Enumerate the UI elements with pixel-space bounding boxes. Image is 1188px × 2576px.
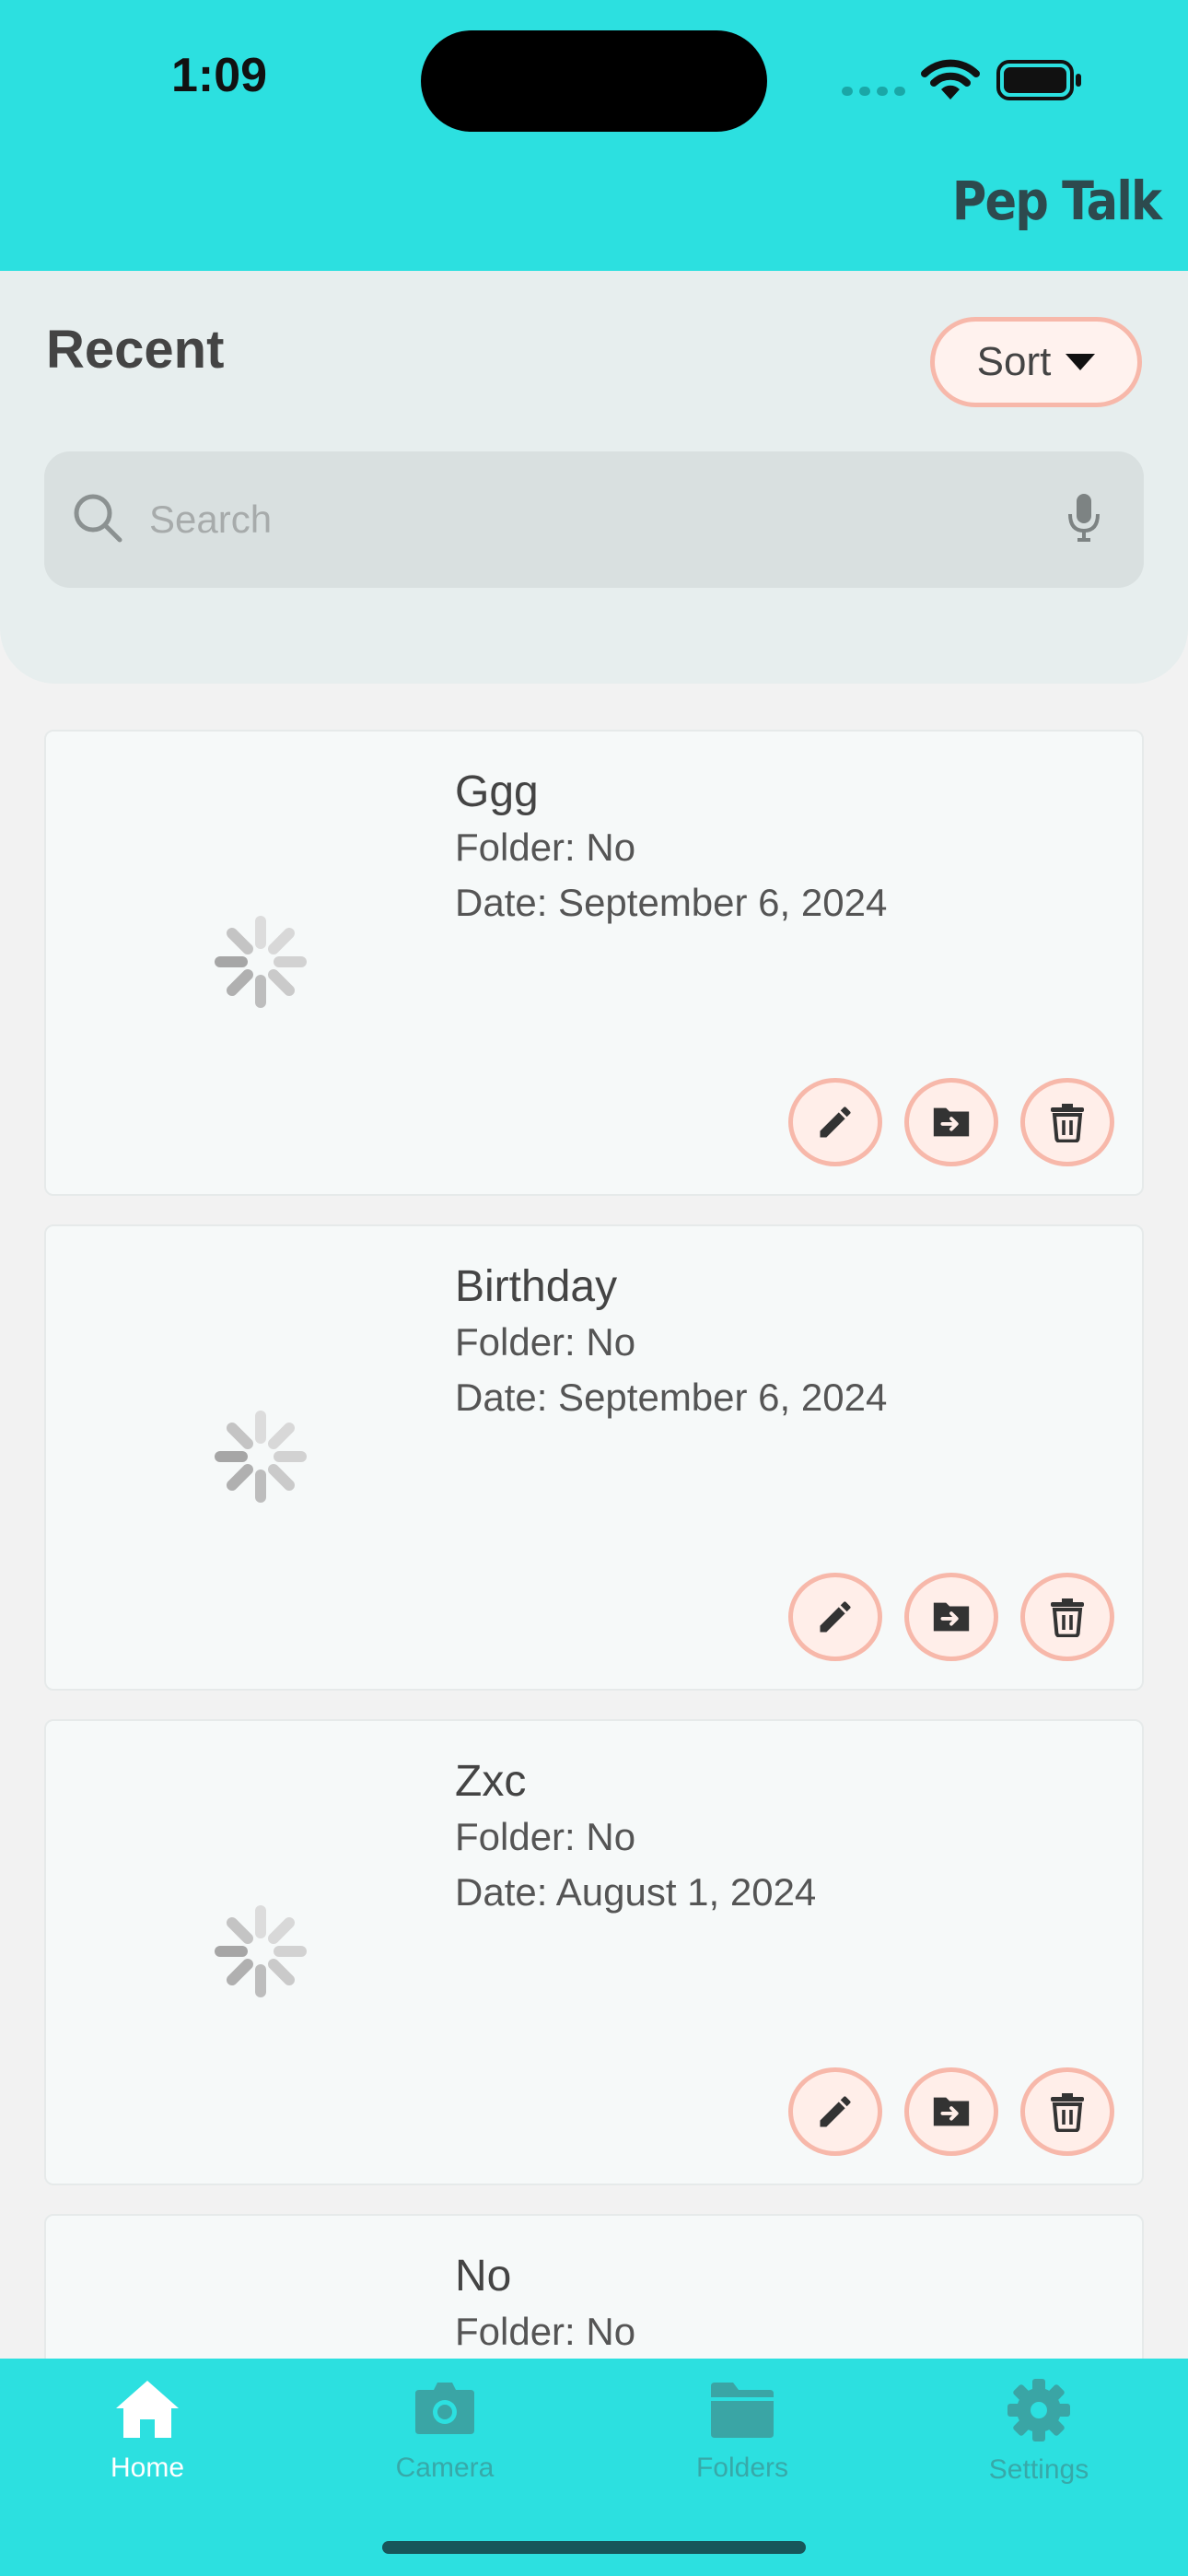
card-folder: Folder: No (455, 1815, 636, 1858)
recording-card[interactable]: Zxc Folder: No Date: August 1, 2024 (44, 1719, 1144, 2185)
trash-icon (1051, 1104, 1084, 1142)
pencil-icon (820, 2096, 851, 2127)
delete-button[interactable] (1020, 1573, 1114, 1661)
folder-move-icon (933, 2097, 970, 2126)
folder-move-icon (933, 1602, 970, 1632)
battery-icon (996, 60, 1081, 100)
loading-spinner-icon (215, 1411, 307, 1503)
card-title: Ggg (455, 767, 539, 816)
card-date: Date: August 1, 2024 (455, 1870, 817, 1914)
edit-button[interactable] (788, 2067, 882, 2156)
loading-spinner-icon (215, 916, 307, 1008)
search-input[interactable] (149, 494, 978, 545)
search-icon (74, 494, 122, 543)
home-icon (116, 2381, 179, 2438)
loading-spinner-icon (215, 1905, 307, 1997)
edit-button[interactable] (788, 1573, 882, 1661)
tab-camera-label: Camera (395, 2453, 495, 2483)
card-title: Zxc (455, 1757, 527, 1806)
card-folder: Folder: No (455, 2310, 636, 2353)
folder-icon (711, 2383, 774, 2438)
card-folder: Folder: No (455, 1320, 636, 1364)
sort-label: Sort (976, 339, 1052, 384)
page-title: Recent (46, 320, 225, 380)
trash-icon (1051, 2093, 1084, 2132)
recording-card[interactable]: Birthday Folder: No Date: September 6, 2… (44, 1224, 1144, 1691)
card-title: No (455, 2252, 512, 2301)
tab-folders[interactable]: Folders (632, 2377, 853, 2515)
wifi-icon (921, 59, 980, 100)
card-date: Date: September 6, 2024 (455, 881, 888, 924)
tab-folders-label: Folders (695, 2453, 789, 2483)
tab-camera[interactable]: Camera (334, 2377, 555, 2515)
move-to-folder-button[interactable] (904, 1078, 998, 1166)
microphone-icon[interactable] (1066, 492, 1101, 544)
card-folder: Folder: No (455, 825, 636, 869)
tab-settings-label: Settings (988, 2454, 1089, 2485)
delete-button[interactable] (1020, 2067, 1114, 2156)
card-date: Date: September 6, 2024 (455, 1376, 888, 1419)
dynamic-island (421, 30, 767, 132)
cellular-signal-icon (842, 87, 905, 96)
pencil-icon (820, 1601, 851, 1633)
card-title: Birthday (455, 1262, 618, 1311)
move-to-folder-button[interactable] (904, 1573, 998, 1661)
recent-panel: Recent Sort (0, 271, 1188, 684)
tab-settings[interactable]: Settings (928, 2377, 1149, 2515)
delete-button[interactable] (1020, 1078, 1114, 1166)
home-indicator[interactable] (382, 2541, 806, 2554)
caret-down-icon (1066, 354, 1096, 370)
folder-move-icon (933, 1107, 970, 1137)
gear-icon (1007, 2379, 1070, 2441)
pencil-icon (820, 1107, 851, 1138)
search-bar[interactable] (44, 451, 1144, 588)
tab-home-label: Home (110, 2453, 185, 2483)
tab-home[interactable]: Home (37, 2377, 258, 2515)
top-header: 1:09 Pep Talk (0, 0, 1188, 271)
camera-icon (415, 2383, 474, 2434)
sort-button[interactable]: Sort (930, 317, 1142, 407)
app-brand-logo: Pep Talk (951, 170, 1162, 232)
trash-icon (1051, 1598, 1084, 1637)
move-to-folder-button[interactable] (904, 2067, 998, 2156)
recording-card[interactable]: Ggg Folder: No Date: September 6, 2024 (44, 730, 1144, 1196)
edit-button[interactable] (788, 1078, 882, 1166)
status-time: 1:09 (171, 49, 268, 102)
